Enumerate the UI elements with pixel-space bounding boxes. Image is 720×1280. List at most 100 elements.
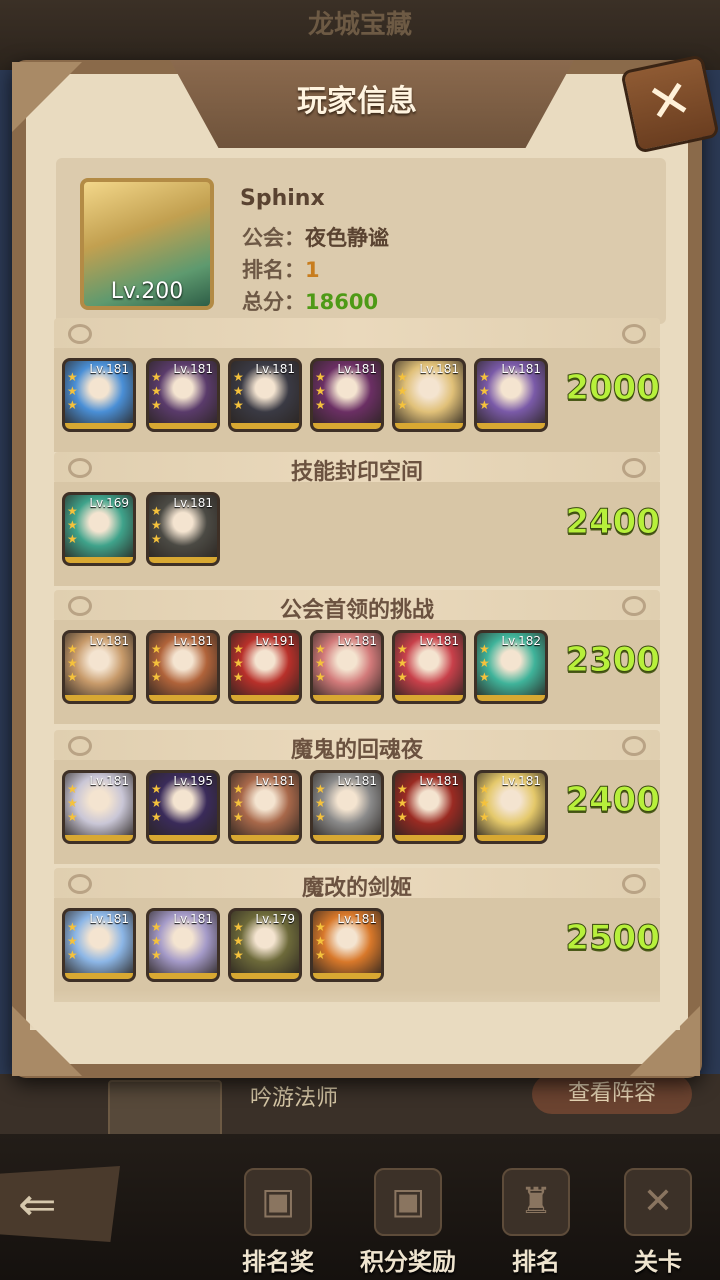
hero-card[interactable]: Lv.181 ★ ★ ★: [146, 630, 220, 704]
hero-card[interactable]: Lv.195 ★ ★ ★: [146, 770, 220, 844]
hero-card[interactable]: Lv.191 ★ ★ ★: [228, 630, 302, 704]
hero-card[interactable]: Lv.181 ★ ★ ★: [310, 630, 384, 704]
star-icon: ★: [479, 796, 490, 810]
hero-rarity-bar: [149, 423, 217, 429]
section-header: [54, 318, 660, 350]
hero-card[interactable]: Lv.181 ★ ★ ★: [228, 358, 302, 432]
star-icon: ★: [233, 948, 244, 962]
hero-card[interactable]: Lv.181 ★ ★ ★: [62, 770, 136, 844]
hero-card[interactable]: Lv.182 ★ ★ ★: [474, 630, 548, 704]
star-icon: ★: [233, 810, 244, 824]
hero-card[interactable]: Lv.181 ★ ★ ★: [310, 770, 384, 844]
hero-card[interactable]: Lv.181 ★ ★ ★: [310, 358, 384, 432]
star-icon: ★: [151, 934, 162, 948]
hero-level: Lv.191: [255, 634, 295, 648]
hero-card[interactable]: Lv.181 ★ ★ ★: [62, 908, 136, 982]
section-header: 魔改的剑姬: [54, 868, 660, 901]
hero-card[interactable]: Lv.169 ★ ★ ★: [62, 492, 136, 566]
star-icon: ★: [315, 796, 326, 810]
hero-rarity-bar: [395, 835, 463, 841]
hero-level: Lv.181: [337, 774, 377, 788]
star-icon: ★: [315, 370, 326, 384]
hero-rarity-bar: [395, 695, 463, 701]
star-icon: ★: [151, 656, 162, 670]
back-arrow-icon: ⇐: [18, 1177, 57, 1231]
section-header: 魔鬼的回魂夜: [54, 730, 660, 763]
guild-value: 夜色静谧: [305, 226, 389, 250]
star-icon: ★: [397, 796, 408, 810]
dialog-title: 玩家信息: [297, 84, 417, 119]
hero-rarity-bar: [313, 695, 381, 701]
hero-card[interactable]: Lv.181 ★ ★ ★: [228, 770, 302, 844]
knot-ornament-icon: [68, 324, 92, 344]
star-icon: ★: [151, 810, 162, 824]
section-score: 2000: [565, 368, 661, 409]
ranking-icon: ♜: [502, 1168, 570, 1236]
star-icon: ★: [67, 518, 78, 532]
hero-card[interactable]: Lv.181 ★ ★ ★: [310, 908, 384, 982]
star-icon: ★: [233, 796, 244, 810]
background-avatar: [108, 1080, 222, 1138]
hero-rarity-bar: [313, 423, 381, 429]
back-button[interactable]: ⇐: [0, 1166, 120, 1242]
nav-ranking[interactable]: ♜ 排名: [476, 1168, 596, 1278]
star-icon: ★: [67, 532, 78, 546]
section-score: 2300: [565, 640, 661, 681]
star-icon: ★: [151, 370, 162, 384]
star-icon: ★: [479, 384, 490, 398]
player-level: Lv.200: [110, 279, 184, 304]
hero-card[interactable]: Lv.181 ★ ★ ★: [392, 770, 466, 844]
hero-card[interactable]: Lv.181 ★ ★ ★: [62, 630, 136, 704]
hero-level: Lv.181: [419, 634, 459, 648]
star-icon: ★: [67, 948, 78, 962]
background-player-name: 吟游法师: [250, 1086, 339, 1111]
star-icon: ★: [67, 504, 78, 518]
star-icon: ★: [479, 782, 490, 796]
hero-card[interactable]: Lv.181 ★ ★ ★: [392, 358, 466, 432]
star-icon: ★: [397, 782, 408, 796]
star-icon: ★: [67, 656, 78, 670]
nav-points-reward-label: 积分奖励: [360, 1248, 456, 1276]
player-avatar[interactable]: Lv.200: [80, 178, 214, 310]
star-icon: ★: [67, 670, 78, 684]
star-icon: ★: [233, 656, 244, 670]
hero-card[interactable]: Lv.181 ★ ★ ★: [474, 358, 548, 432]
star-icon: ★: [315, 642, 326, 656]
nav-stage[interactable]: ✕ 关卡: [598, 1168, 718, 1278]
hero-card[interactable]: Lv.181 ★ ★ ★: [146, 908, 220, 982]
hero-card[interactable]: Lv.181 ★ ★ ★: [62, 358, 136, 432]
nav-points-reward[interactable]: ▣ 积分奖励: [348, 1168, 468, 1278]
hero-card[interactable]: Lv.181 ★ ★ ★: [146, 492, 220, 566]
section-score: 2400: [565, 780, 661, 821]
star-icon: ★: [67, 782, 78, 796]
player-guild-row: 公会：夜色静谧: [242, 222, 389, 252]
hero-level: Lv.181: [173, 912, 213, 926]
background-title: 龙城宝藏: [307, 10, 412, 40]
hero-card[interactable]: Lv.181 ★ ★ ★: [474, 770, 548, 844]
star-icon: ★: [397, 642, 408, 656]
hero-level: Lv.181: [173, 362, 213, 376]
star-icon: ★: [151, 532, 162, 546]
star-icon: ★: [479, 670, 490, 684]
hero-rarity-bar: [65, 835, 133, 841]
star-icon: ★: [67, 642, 78, 656]
star-icon: ★: [397, 670, 408, 684]
star-icon: ★: [479, 810, 490, 824]
hero-card[interactable]: Lv.181 ★ ★ ★: [392, 630, 466, 704]
star-icon: ★: [397, 810, 408, 824]
hero-card[interactable]: Lv.181 ★ ★ ★: [146, 358, 220, 432]
star-icon: ★: [233, 934, 244, 948]
rank-reward-icon: ▣: [244, 1168, 312, 1236]
view-lineup-button[interactable]: 查看阵容: [532, 1074, 692, 1114]
knot-ornament-icon: [622, 596, 646, 616]
star-icon: ★: [315, 384, 326, 398]
close-button[interactable]: ✕: [620, 54, 720, 154]
star-icon: ★: [233, 398, 244, 412]
knot-ornament-icon: [622, 736, 646, 756]
hero-rarity-bar: [149, 835, 217, 841]
hero-card[interactable]: Lv.179 ★ ★ ★: [228, 908, 302, 982]
hero-level: Lv.181: [419, 774, 459, 788]
hero-level: Lv.182: [501, 634, 541, 648]
nav-rank-reward[interactable]: ▣ 排名奖: [218, 1168, 338, 1278]
background-list-row: 吟游法师 查看阵容: [0, 1074, 720, 1138]
